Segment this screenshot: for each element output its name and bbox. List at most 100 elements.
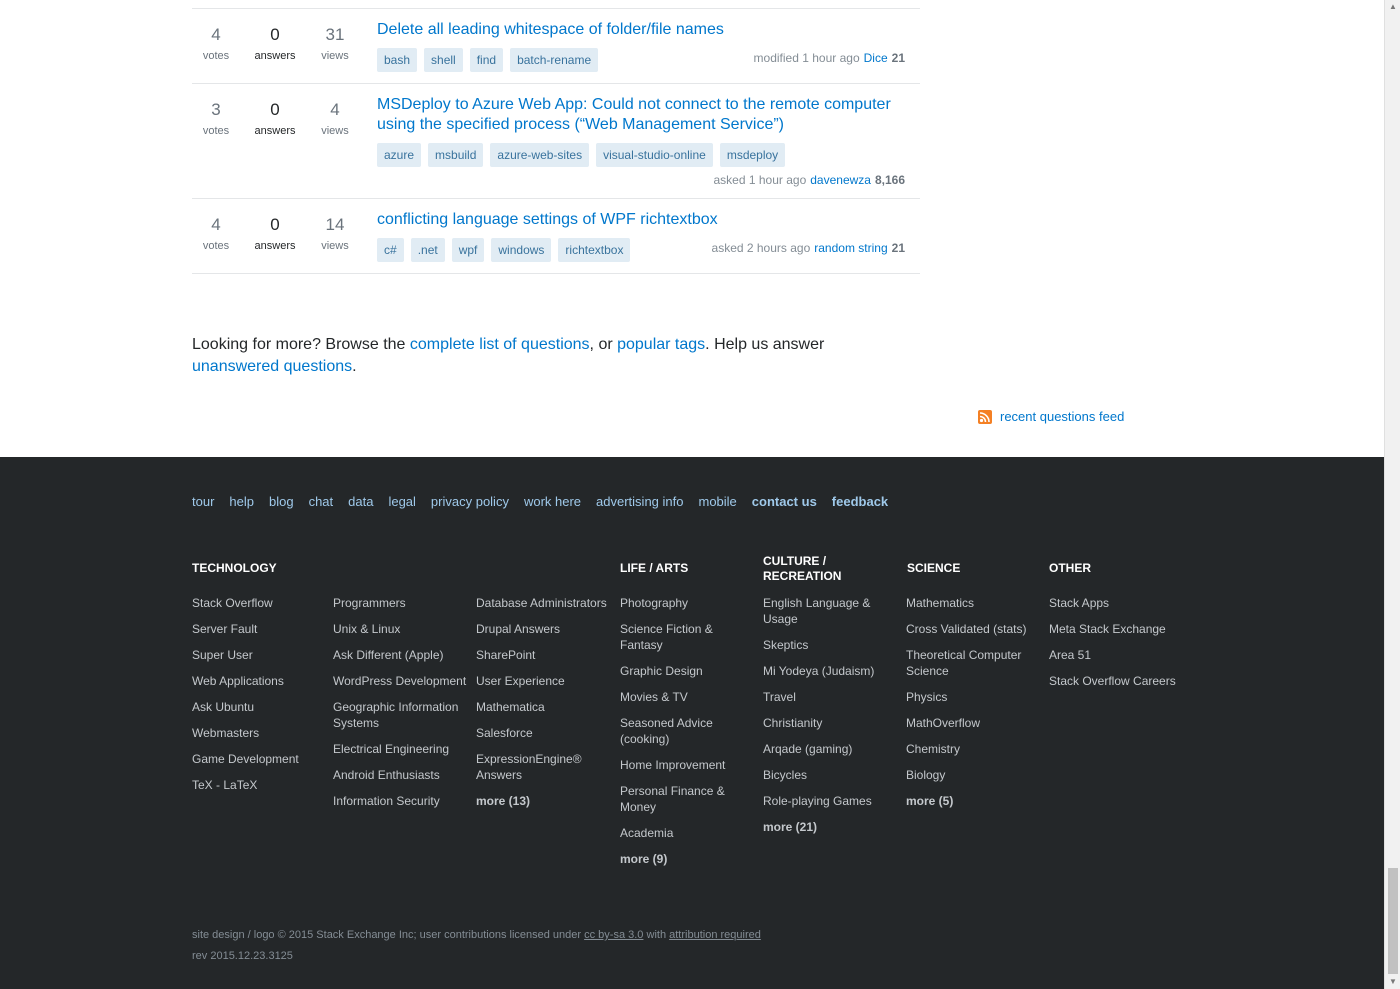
footer-link-chat[interactable]: chat — [309, 494, 334, 509]
tag[interactable]: .net — [410, 238, 445, 262]
popular-tags-link[interactable]: popular tags — [617, 336, 705, 353]
site-link[interactable]: Meta Stack Exchange — [1049, 621, 1199, 637]
site-link[interactable]: Seasoned Advice (cooking) — [620, 715, 755, 747]
site-link[interactable]: Arqade (gaming) — [763, 741, 898, 757]
site-link[interactable]: Cross Validated (stats) — [906, 621, 1041, 637]
user-link[interactable]: davenewza — [810, 173, 871, 187]
more-science-link[interactable]: more (5) — [906, 793, 1041, 809]
site-link[interactable]: Movies & TV — [620, 689, 755, 705]
footer-link-privacy[interactable]: privacy policy — [431, 494, 509, 509]
footer-link-data[interactable]: data — [348, 494, 373, 509]
tag[interactable]: bash — [377, 48, 418, 72]
footer-link-blog[interactable]: blog — [269, 494, 294, 509]
site-link[interactable]: English Language & Usage — [763, 595, 898, 627]
tag[interactable]: visual-studio-online — [596, 143, 713, 167]
tag[interactable]: azure-web-sites — [490, 143, 590, 167]
tag[interactable]: c# — [377, 238, 404, 262]
site-link[interactable]: Server Fault — [192, 621, 327, 637]
question-title-link[interactable]: MSDeploy to Azure Web App: Could not con… — [377, 95, 907, 135]
site-link[interactable]: Chemistry — [906, 741, 1041, 757]
site-link[interactable]: Graphic Design — [620, 663, 755, 679]
site-link[interactable]: Geographic Information Systems — [333, 699, 468, 731]
more-technology-link[interactable]: more (13) — [476, 793, 611, 809]
site-link[interactable]: Biology — [906, 767, 1041, 783]
site-link[interactable]: Android Enthusiasts — [333, 767, 468, 783]
site-link[interactable]: Photography — [620, 595, 755, 611]
footer-link-mobile[interactable]: mobile — [698, 494, 736, 509]
site-link[interactable]: Web Applications — [192, 673, 327, 689]
recent-questions-feed[interactable]: recent questions feed — [978, 409, 1124, 424]
site-link[interactable]: SharePoint — [476, 647, 611, 663]
tag[interactable]: windows — [491, 238, 552, 262]
site-link[interactable]: Programmers — [333, 595, 468, 611]
site-link[interactable]: User Experience — [476, 673, 611, 689]
site-link[interactable]: Mi Yodeya (Judaism) — [763, 663, 898, 679]
site-link[interactable]: ExpressionEngine® Answers — [476, 751, 611, 783]
site-link[interactable]: Game Development — [192, 751, 327, 767]
site-link[interactable]: Science Fiction & Fantasy — [620, 621, 755, 653]
site-link[interactable]: Mathematics — [906, 595, 1041, 611]
view-count-value: 14 — [325, 215, 345, 234]
site-link[interactable]: Stack Overflow Careers — [1049, 673, 1199, 689]
site-link[interactable]: Webmasters — [192, 725, 327, 741]
site-link[interactable]: Electrical Engineering — [333, 741, 468, 757]
site-link[interactable]: Mathematica — [476, 699, 611, 715]
site-link[interactable]: Information Security — [333, 793, 468, 809]
site-link[interactable]: Christianity — [763, 715, 898, 731]
attribution-link[interactable]: attribution required — [669, 929, 761, 941]
footer-link-advertising[interactable]: advertising info — [596, 494, 683, 509]
footer-link-feedback[interactable]: feedback — [832, 494, 888, 509]
site-link[interactable]: Personal Finance & Money — [620, 783, 755, 815]
footer-column-technology-2: Programmers Unix & Linux Ask Different (… — [333, 595, 468, 819]
scroll-down-icon[interactable]: ▼ — [1385, 975, 1400, 989]
tag[interactable]: find — [469, 48, 504, 72]
site-link[interactable]: Salesforce — [476, 725, 611, 741]
footer-link-tour[interactable]: tour — [192, 494, 214, 509]
site-link[interactable]: Drupal Answers — [476, 621, 611, 637]
site-link[interactable]: Area 51 — [1049, 647, 1199, 663]
site-link[interactable]: Stack Apps — [1049, 595, 1199, 611]
footer-link-legal[interactable]: legal — [388, 494, 415, 509]
more-life-arts-link[interactable]: more (9) — [620, 851, 755, 867]
question-meta: modified 1 hour ago Dice 21 — [754, 50, 905, 66]
site-link[interactable]: Unix & Linux — [333, 621, 468, 637]
scrollbar-thumb[interactable] — [1388, 868, 1398, 974]
question-title-link[interactable]: conflicting language settings of WPF ric… — [377, 210, 907, 230]
site-link[interactable]: Theoretical Computer Science — [906, 647, 1041, 679]
site-link[interactable]: Ask Different (Apple) — [333, 647, 468, 663]
site-link[interactable]: TeX - LaTeX — [192, 777, 327, 793]
complete-list-link[interactable]: complete list of questions — [410, 336, 590, 353]
tag[interactable]: msdeploy — [719, 143, 786, 167]
site-link[interactable]: Skeptics — [763, 637, 898, 653]
tag[interactable]: msbuild — [428, 143, 484, 167]
unanswered-questions-link[interactable]: unanswered questions — [192, 358, 352, 375]
user-link[interactable]: Dice — [864, 51, 888, 65]
scroll-up-icon[interactable]: ▲ — [1385, 0, 1400, 14]
site-link[interactable]: Travel — [763, 689, 898, 705]
tag[interactable]: shell — [424, 48, 463, 72]
more-culture-link[interactable]: more (21) — [763, 819, 898, 835]
site-link[interactable]: Bicycles — [763, 767, 898, 783]
site-link[interactable]: Super User — [192, 647, 327, 663]
site-link[interactable]: Physics — [906, 689, 1041, 705]
site-link[interactable]: Database Administrators — [476, 595, 611, 611]
user-link[interactable]: random string — [814, 241, 887, 255]
license-link[interactable]: cc by-sa 3.0 — [584, 929, 643, 941]
site-link[interactable]: WordPress Development — [333, 673, 468, 689]
footer-link-contact[interactable]: contact us — [752, 494, 817, 509]
site-link[interactable]: Role-playing Games — [763, 793, 898, 809]
tag[interactable]: batch-rename — [510, 48, 599, 72]
question-title-link[interactable]: Delete all leading whitespace of folder/… — [377, 20, 907, 40]
footer-link-work-here[interactable]: work here — [524, 494, 581, 509]
site-link[interactable]: Home Improvement — [620, 757, 755, 773]
footer-column-culture: English Language & Usage Skeptics Mi Yod… — [763, 595, 898, 845]
site-link[interactable]: Stack Overflow — [192, 595, 327, 611]
site-link[interactable]: Academia — [620, 825, 755, 841]
site-link[interactable]: Ask Ubuntu — [192, 699, 327, 715]
vertical-scrollbar[interactable]: ▲ ▼ — [1384, 0, 1400, 989]
tag[interactable]: azure — [377, 143, 422, 167]
tag[interactable]: richtextbox — [558, 238, 631, 262]
footer-link-help[interactable]: help — [229, 494, 254, 509]
site-link[interactable]: MathOverflow — [906, 715, 1041, 731]
tag[interactable]: wpf — [451, 238, 485, 262]
